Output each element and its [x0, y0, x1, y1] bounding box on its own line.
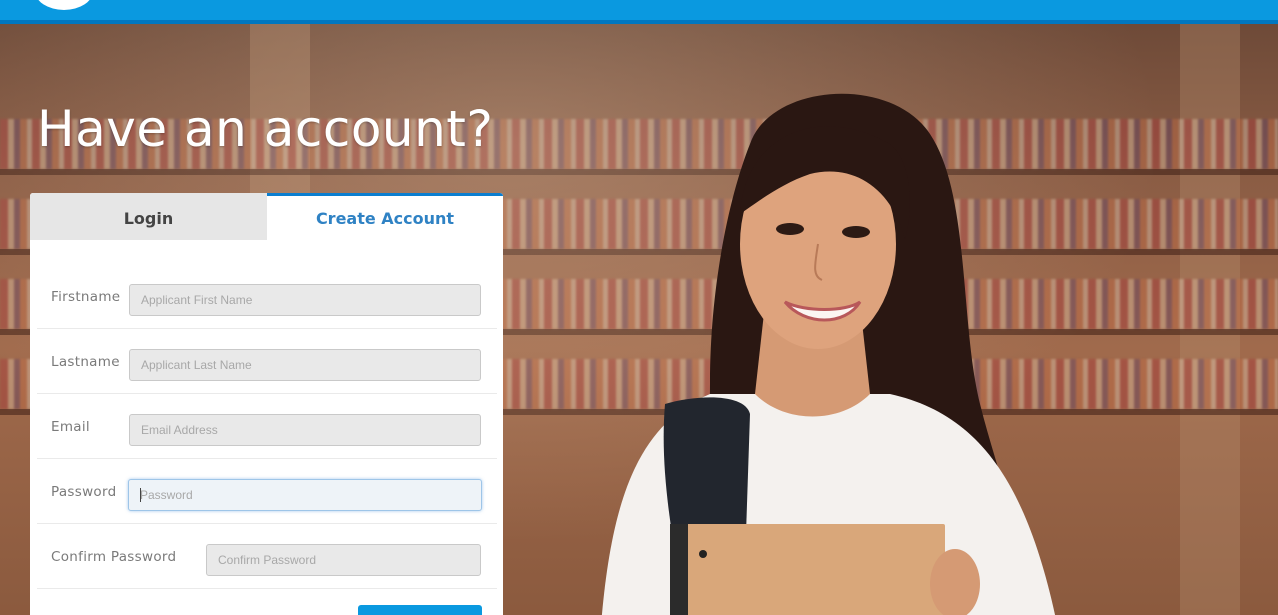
email-row: Email [37, 394, 497, 459]
tab-login[interactable]: Login [30, 193, 267, 240]
password-label: Password [51, 484, 117, 500]
lastname-label: Lastname [51, 354, 120, 370]
password-row: Password [37, 459, 497, 524]
firstname-label: Firstname [51, 289, 121, 305]
top-nav-bar [0, 0, 1278, 24]
account-panel: Login Create Account Firstname Lastname … [30, 193, 503, 615]
submit-button[interactable] [358, 605, 482, 615]
confirm-password-input[interactable] [206, 544, 481, 576]
firstname-input[interactable] [129, 284, 481, 316]
confirm-password-row: Confirm Password [37, 524, 497, 589]
password-input[interactable] [128, 479, 482, 511]
email-input[interactable] [129, 414, 481, 446]
confirm-password-label: Confirm Password [51, 549, 177, 565]
firstname-row: Firstname [37, 264, 497, 329]
lastname-row: Lastname [37, 329, 497, 394]
lastname-input[interactable] [129, 349, 481, 381]
page-headline: Have an account? [37, 100, 494, 158]
logo[interactable] [35, 0, 93, 10]
tab-create-account[interactable]: Create Account [267, 193, 503, 240]
text-caret [140, 488, 141, 502]
email-label: Email [51, 419, 90, 435]
account-tabs: Login Create Account [30, 193, 503, 240]
student-photo [601, 93, 1056, 615]
